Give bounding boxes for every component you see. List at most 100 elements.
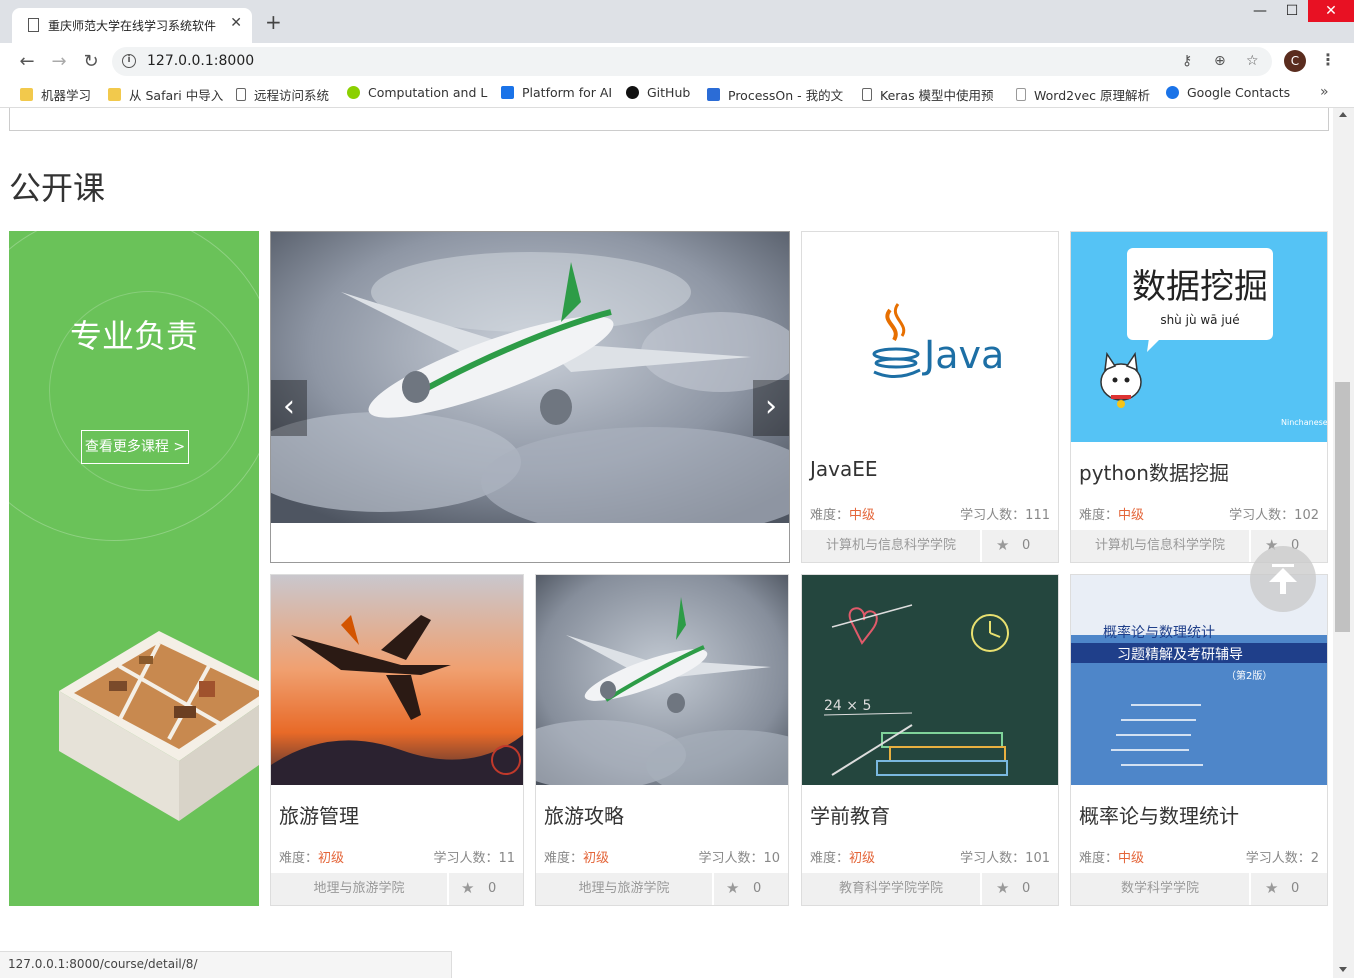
course-org[interactable]: 计算机与信息科学学院	[802, 530, 982, 562]
star-icon[interactable]: ★	[461, 879, 474, 897]
zoom-icon[interactable]: ⊕	[1214, 53, 1226, 69]
course-org[interactable]: 计算机与信息科学学院	[1071, 530, 1251, 562]
smiley-icon	[347, 86, 360, 99]
address-bar[interactable]: i 127.0.0.1:8000 ⚷ ⊕ ☆	[112, 47, 1272, 76]
svg-text:Java: Java	[922, 333, 1004, 377]
menu-icon[interactable]: ⋮	[1320, 50, 1336, 69]
page-icon	[236, 88, 246, 101]
more-courses-button[interactable]: 查看更多课程 >	[81, 430, 189, 464]
learners-value: 102	[1294, 508, 1319, 523]
course-card[interactable]: Java JavaEE 难度：中级 学习人数：111 计算机与信息科学学院 ★ …	[801, 231, 1059, 563]
minimize-button[interactable]: —	[1250, 4, 1270, 18]
back-to-top-icon	[1272, 564, 1294, 567]
course-card[interactable]: 数据挖掘 shù jù wā jué Ninchanese python数据挖掘…	[1070, 231, 1328, 563]
fav-count: 0	[1022, 881, 1031, 896]
page-scrollbar[interactable]	[1333, 108, 1354, 978]
course-card[interactable]: 24 × 5 学前教育 难度：初级 学习人数：101 教育科学学院学院 ★ 0	[801, 574, 1059, 906]
bookmark-item[interactable]: Platform for AI	[501, 85, 612, 100]
scrollbar-thumb[interactable]	[1335, 382, 1350, 632]
bookmark-item[interactable]: 远程访问系统	[236, 85, 329, 104]
course-card[interactable]: 概率论与数理统计 习题精解及考研辅导 （第2版） 概率论与数理统计 难度：中级 …	[1070, 574, 1328, 906]
difficulty-label: 难度：	[810, 508, 850, 523]
course-card[interactable]: 旅游攻略 难度：初级 学习人数：10 地理与旅游学院 ★ 0	[535, 574, 789, 906]
difficulty: 难度：中级	[1079, 847, 1144, 866]
course-org[interactable]: 地理与旅游学院	[271, 873, 449, 905]
tab-title: 重庆师范大学在线学习系统软件	[48, 19, 217, 33]
svg-text:shù jù wā jué: shù jù wā jué	[1160, 313, 1239, 327]
learners-value: 11	[498, 851, 515, 866]
course-name[interactable]: 旅游攻略	[544, 800, 624, 829]
reload-icon[interactable]: ↻	[80, 51, 102, 73]
bookmark-item[interactable]: Word2vec 原理解析	[1016, 85, 1150, 104]
bookmark-label: 远程访问系统	[254, 88, 330, 103]
star-icon[interactable]: ★	[996, 879, 1009, 897]
course-org[interactable]: 地理与旅游学院	[536, 873, 714, 905]
learners-value: 101	[1025, 851, 1050, 866]
bookmark-item[interactable]: 机器学习	[20, 85, 91, 104]
card-footer: 地理与旅游学院 ★ 0	[271, 873, 523, 905]
svg-text:（第2版）: （第2版）	[1226, 669, 1272, 682]
cube-icon	[501, 86, 514, 99]
address-url[interactable]: 127.0.0.1:8000	[147, 53, 254, 69]
course-image[interactable]: 24 × 5	[802, 575, 1058, 785]
maximize-button[interactable]: ☐	[1282, 4, 1302, 18]
page-icon	[1016, 88, 1026, 101]
course-card[interactable]: 旅游管理 难度：初级 学习人数：11 地理与旅游学院 ★ 0	[270, 574, 524, 906]
carousel-next-button[interactable]: ›	[753, 380, 789, 436]
browser-tab[interactable]: 重庆师范大学在线学习系统软件 ✕	[12, 8, 252, 43]
up-arrow-stem	[1280, 580, 1286, 594]
course-name[interactable]: 学前教育	[810, 800, 890, 829]
bookmark-label: 机器学习	[41, 88, 92, 103]
course-image[interactable]: Java	[802, 232, 1058, 442]
bookmark-item[interactable]: 从 Safari 中导入	[108, 85, 223, 104]
scroll-down-icon[interactable]	[1339, 967, 1347, 972]
house-model-image	[59, 631, 259, 821]
course-name[interactable]: JavaEE	[810, 457, 878, 481]
star-icon[interactable]: ☆	[1246, 53, 1259, 69]
course-org[interactable]: 教育科学学院学院	[802, 873, 982, 905]
course-org[interactable]: 数学科学学院	[1071, 873, 1251, 905]
featured-carousel[interactable]: ‹ ›	[270, 231, 790, 563]
forward-arrow-icon[interactable]: →	[48, 51, 70, 73]
bookmarks-bar: 机器学习 从 Safari 中导入 远程访问系统 Computation and…	[0, 80, 1354, 108]
scroll-up-icon[interactable]	[1339, 112, 1347, 117]
course-name[interactable]: python数据挖掘	[1079, 457, 1229, 486]
carousel-prev-button[interactable]: ‹	[271, 380, 307, 436]
course-image[interactable]	[536, 575, 788, 785]
carousel-slide-image[interactable]	[271, 232, 789, 523]
close-window-button[interactable]: ✕	[1308, 0, 1354, 22]
star-icon[interactable]: ★	[726, 879, 739, 897]
bookmark-item[interactable]: ProcessOn - 我的文	[707, 85, 843, 104]
bookmark-item[interactable]: GitHub	[626, 85, 690, 100]
course-name[interactable]: 概率论与数理统计	[1079, 800, 1239, 829]
promo-heading: 专业负责	[69, 317, 198, 355]
card-footer: 计算机与信息科学学院 ★ 0	[802, 530, 1058, 562]
back-arrow-icon[interactable]: ←	[16, 51, 38, 73]
key-icon[interactable]: ⚷	[1182, 53, 1192, 69]
learners-label: 学习人数：	[960, 851, 1026, 866]
difficulty: 难度：中级	[810, 504, 875, 523]
bookmarks-more-icon[interactable]: »	[1320, 84, 1329, 100]
learners-count: 学习人数：102	[1229, 504, 1319, 523]
folder-icon	[108, 88, 121, 101]
close-tab-icon[interactable]: ✕	[230, 15, 242, 31]
tab-bar: 重庆师范大学在线学习系统软件 ✕ + — ☐ ✕	[0, 0, 1354, 43]
course-image[interactable]: 数据挖掘 shù jù wā jué Ninchanese	[1071, 232, 1327, 442]
difficulty-label: 难度：	[1079, 508, 1119, 523]
fav-count: 0	[488, 881, 497, 896]
bookmark-item[interactable]: Keras 模型中使用预	[862, 85, 994, 104]
star-icon[interactable]: ★	[996, 536, 1009, 554]
back-to-top-button[interactable]	[1250, 546, 1316, 612]
bookmark-label: Google Contacts	[1187, 85, 1291, 100]
bookmark-item[interactable]: Computation and L	[347, 85, 487, 100]
bookmark-item[interactable]: Google Contacts	[1166, 85, 1290, 100]
new-tab-button[interactable]: +	[265, 12, 282, 32]
star-icon[interactable]: ★	[1265, 879, 1278, 897]
profile-avatar[interactable]: C	[1284, 50, 1306, 72]
learners-value: 10	[763, 851, 780, 866]
course-name[interactable]: 旅游管理	[279, 800, 359, 829]
course-image[interactable]	[271, 575, 523, 785]
fav-count: 0	[1291, 881, 1300, 896]
site-info-icon[interactable]: i	[122, 54, 136, 68]
learners-label: 学习人数：	[1229, 508, 1295, 523]
